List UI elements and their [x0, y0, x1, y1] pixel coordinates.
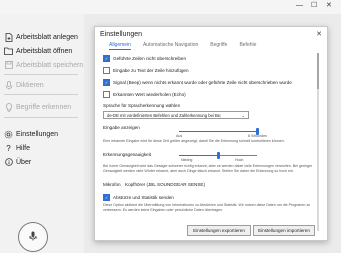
microphone-label: Mikrofon [103, 182, 121, 187]
checkbox-row[interactable]: ✓ Signal (Beep) wenn nichts erkannt wurd… [103, 79, 292, 86]
lightbulb-icon [4, 102, 13, 112]
display-duration-help: Eine erkannte Eingabe wird für diese Zei… [103, 139, 285, 143]
sidebar-item-settings[interactable]: Einstellungen [4, 128, 58, 140]
save-icon [4, 61, 13, 70]
settings-dialog: Einstellungen ✕ Allgemein Automatische N… [94, 26, 328, 241]
start-dictation-button[interactable]: Start [18, 222, 48, 252]
maximize-button[interactable]: ☐ [311, 1, 317, 11]
info-icon [4, 158, 13, 167]
accuracy-thumb[interactable] [216, 152, 220, 159]
speech-language-value: de-DE mit vordefinierten Befehlen und Za… [107, 112, 222, 118]
tab-commands[interactable]: Befehle [239, 42, 256, 48]
document-add-icon [4, 32, 13, 42]
crash-report-help: Diese Option aktiviert die Übermittlung … [103, 203, 311, 212]
checkbox[interactable] [103, 91, 110, 98]
checkbox-row[interactable]: ✓ Geführte Zeilen nicht überschreiben [103, 55, 186, 62]
sidebar-item-help[interactable]: ? Hilfe [4, 142, 30, 154]
checkbox-label: Abstürze und Statistik senden [113, 195, 174, 200]
title-bar: — ☐ ✕ [0, 0, 341, 14]
sidebar-divider [4, 74, 78, 75]
start-dictation-label: Start [28, 235, 38, 240]
sidebar-item-label: Einstellungen [16, 130, 59, 138]
accuracy-fill [179, 155, 218, 156]
checkbox[interactable] [103, 67, 110, 74]
checkbox-label: Eingabe zu Text der Zeile hinzufügen [113, 68, 189, 73]
accuracy-min: Niedrig [181, 158, 193, 162]
checkbox-row[interactable]: Erkannten Wert wiederholen (Echo) [103, 91, 186, 98]
scrollbar-thumb[interactable] [317, 53, 319, 89]
sidebar-item-save-sheet[interactable]: Arbeitsblatt speichern [4, 59, 83, 71]
microphone-value: Kopfhörer (JBL SOUNDGEAR SENSE) [125, 182, 205, 187]
checkbox[interactable]: ✓ [103, 55, 110, 62]
accuracy-label: Erkennungsgenauigkeit [103, 152, 152, 157]
dialog-close-button[interactable]: ✕ [316, 30, 322, 38]
tab-general[interactable]: Allgemein [109, 42, 131, 48]
accuracy-help: Bei hoher Genauigkeit wird das Gesagte s… [103, 164, 313, 173]
sidebar-item-new-sheet[interactable]: Arbeitsblatt anlegen [4, 31, 78, 43]
sidebar: Arbeitsblatt anlegen Arbeitsblatt öffnen… [0, 14, 84, 253]
checkbox-row[interactable]: ✓ Abstürze und Statistik senden [103, 194, 174, 201]
checkbox-row[interactable]: Eingabe zu Text der Zeile hinzufügen [103, 67, 189, 74]
sidebar-divider [4, 94, 78, 95]
sidebar-item-label: Begriffe erkennen [16, 103, 72, 111]
checkbox-label: Signal (Beep) wenn nichts erkannt wurde … [113, 80, 292, 85]
minimize-button[interactable]: — [296, 1, 303, 11]
checkbox-label: Erkannten Wert wiederholen (Echo) [113, 92, 186, 97]
scrollbar[interactable] [317, 53, 319, 231]
gear-icon [4, 130, 13, 139]
sidebar-item-recognize-terms[interactable]: Begriffe erkennen [4, 101, 71, 113]
dialog-title: Einstellungen [100, 31, 143, 38]
display-duration-label: Eingabe anzeigen [103, 125, 140, 130]
tab-terms[interactable]: Begriffe [210, 42, 227, 48]
tab-auto-navigation[interactable]: Automatische Navigation [143, 42, 198, 48]
checkbox[interactable]: ✓ [103, 194, 110, 201]
checkbox[interactable]: ✓ [103, 79, 110, 86]
sidebar-item-label: Arbeitsblatt speichern [16, 61, 84, 69]
accuracy-max: Hoch [235, 158, 244, 162]
sidebar-item-label: Über [16, 158, 32, 166]
sidebar-divider [4, 117, 78, 118]
export-settings-button[interactable]: Einstellungen exportieren [187, 225, 251, 236]
sidebar-item-dictate[interactable]: Diktieren [4, 79, 44, 91]
speech-language-select[interactable]: de-DE mit vordefinierten Befehlen und Za… [103, 111, 249, 119]
display-duration-max: 8 Sekunden [248, 134, 268, 138]
close-window-button[interactable]: ✕ [326, 1, 332, 11]
chevron-down-icon: ⌄ [241, 113, 245, 118]
sidebar-item-about[interactable]: Über [4, 156, 31, 168]
import-settings-button[interactable]: Einstellungen importieren [253, 225, 315, 236]
checkbox-label: Geführte Zeilen nicht überschreiben [113, 56, 187, 61]
sidebar-item-label: Hilfe [16, 144, 31, 152]
sidebar-item-open-sheet[interactable]: Arbeitsblatt öffnen [4, 45, 72, 57]
question-icon: ? [6, 143, 11, 153]
active-tab-indicator [109, 49, 131, 50]
display-duration-fill [179, 131, 257, 132]
sidebar-item-label: Diktieren [16, 81, 44, 89]
sidebar-item-label: Arbeitsblatt anlegen [16, 33, 78, 41]
display-duration-min: Aus [176, 134, 183, 138]
folder-open-icon [4, 47, 13, 56]
speech-language-label: Sprache für Spracherkennung wählen [103, 103, 181, 108]
tab-bar: Allgemein Automatische Navigation Begrif… [109, 42, 256, 48]
microphone-icon [4, 80, 13, 90]
sidebar-item-label: Arbeitsblatt öffnen [16, 47, 73, 55]
